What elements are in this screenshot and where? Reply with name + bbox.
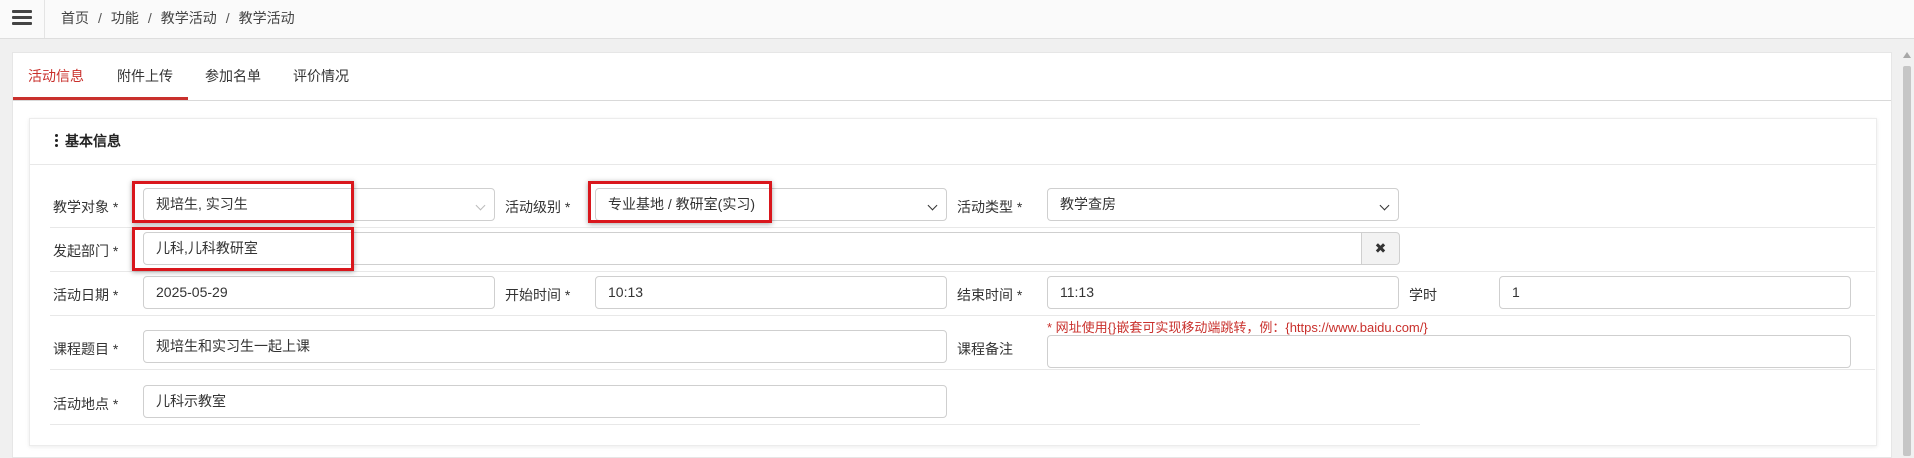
hamburger-menu-icon[interactable] bbox=[12, 10, 32, 26]
department-input[interactable]: 儿科,儿科教研室 bbox=[143, 232, 1362, 265]
tab-evaluation[interactable]: 评价情况 bbox=[293, 53, 349, 100]
breadcrumb-separator: / bbox=[225, 10, 230, 26]
panel-header: 基本信息 bbox=[30, 119, 1876, 165]
teaching-target-select[interactable]: 规培生, 实习生 bbox=[143, 188, 495, 221]
end-time-input[interactable]: 11:13 bbox=[1047, 276, 1399, 309]
page-scrollbar[interactable] bbox=[1900, 50, 1914, 456]
course-note-label: 课程备注 bbox=[957, 341, 1013, 357]
credit-hours-label: 学时 bbox=[1409, 287, 1437, 303]
activity-type-value: 教学查房 bbox=[1060, 196, 1116, 212]
row-divider bbox=[50, 369, 1875, 370]
breadcrumb: 首页 / 功能 / 教学活动 / 教学活动 bbox=[61, 0, 295, 38]
activity-type-label: 活动类型 * bbox=[957, 199, 1023, 215]
activity-level-value: 专业基地 / 教研室(实习) bbox=[608, 196, 755, 212]
row-divider bbox=[50, 424, 1420, 425]
course-title-label: 课程题目 * bbox=[53, 341, 119, 357]
main-card: 活动信息 附件上传 参加名单 评价情况 基本信息 教学对象 * 规培生, 实习生… bbox=[12, 52, 1892, 458]
teaching-target-label: 教学对象 * bbox=[53, 199, 119, 215]
times-icon: ✖ bbox=[1374, 240, 1387, 256]
start-time-input[interactable]: 10:13 bbox=[595, 276, 947, 309]
activity-date-input[interactable]: 2025-05-29 bbox=[143, 276, 495, 309]
top-bar: 首页 / 功能 / 教学活动 / 教学活动 bbox=[0, 0, 1914, 39]
teaching-target-value: 规培生, 实习生 bbox=[156, 196, 248, 212]
course-note-hint: * 网址使用{}嵌套可实现移动端跳转，例：{https://www.baidu.… bbox=[1047, 320, 1428, 335]
course-title-input[interactable]: 规培生和实习生一起上课 bbox=[143, 330, 947, 363]
basic-info-panel: 基本信息 教学对象 * 规培生, 实习生 活动级别 * 专业基地 / 教研室(实… bbox=[29, 118, 1877, 446]
activity-level-label: 活动级别 * bbox=[505, 199, 571, 215]
credit-hours-input[interactable]: 1 bbox=[1499, 276, 1851, 309]
activity-date-label: 活动日期 * bbox=[53, 287, 119, 303]
chevron-down-icon bbox=[475, 200, 486, 211]
panel-title: 基本信息 bbox=[55, 119, 121, 164]
clear-department-button[interactable]: ✖ bbox=[1361, 232, 1400, 265]
scrollbar-thumb[interactable] bbox=[1903, 66, 1911, 456]
panel-title-text: 基本信息 bbox=[65, 133, 121, 149]
tab-bar: 活动信息 附件上传 参加名单 评价情况 bbox=[13, 53, 1891, 101]
tab-attachment-upload[interactable]: 附件上传 bbox=[117, 53, 173, 100]
chevron-down-icon bbox=[1379, 200, 1390, 211]
divider bbox=[44, 0, 45, 38]
breadcrumb-teaching-activity[interactable]: 教学活动 bbox=[161, 10, 217, 26]
breadcrumb-current: 教学活动 bbox=[238, 10, 295, 26]
scroll-up-arrow-icon[interactable] bbox=[1903, 52, 1911, 58]
row-divider bbox=[50, 227, 1875, 228]
location-input[interactable]: 儿科示教室 bbox=[143, 385, 947, 418]
row-divider bbox=[50, 315, 1875, 316]
start-time-label: 开始时间 * bbox=[505, 287, 571, 303]
activity-type-select[interactable]: 教学查房 bbox=[1047, 188, 1399, 221]
breadcrumb-separator: / bbox=[98, 10, 102, 26]
end-time-label: 结束时间 * bbox=[957, 287, 1023, 303]
row-divider bbox=[50, 271, 1875, 272]
chevron-down-icon bbox=[927, 200, 938, 211]
course-note-input[interactable] bbox=[1047, 335, 1851, 368]
activity-level-select[interactable]: 专业基地 / 教研室(实习) bbox=[595, 188, 947, 221]
breadcrumb-separator: / bbox=[147, 10, 152, 26]
location-label: 活动地点 * bbox=[53, 396, 119, 412]
department-label: 发起部门 * bbox=[53, 243, 119, 259]
breadcrumb-home[interactable]: 首页 bbox=[61, 10, 89, 26]
breadcrumb-function[interactable]: 功能 bbox=[111, 10, 139, 26]
vertical-ellipsis-icon bbox=[55, 133, 59, 149]
tab-participant-list[interactable]: 参加名单 bbox=[205, 53, 261, 100]
